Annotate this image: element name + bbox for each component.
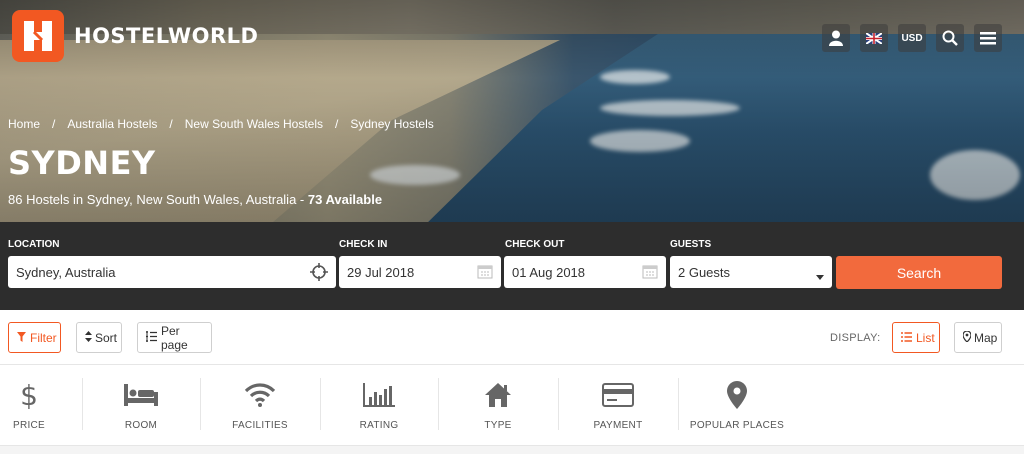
filter-categories: $ PRICE ROOM FACILITIES RATING TYPE PAYM… (0, 366, 1024, 446)
list-icon (901, 331, 912, 345)
category-price[interactable]: $ PRICE (0, 366, 58, 446)
credit-card-icon (602, 380, 634, 410)
uk-flag-icon[interactable] (860, 24, 888, 52)
location-label: LOCATION (8, 239, 60, 250)
hamburger-menu-icon[interactable] (974, 24, 1002, 52)
header-actions: USD (822, 24, 1002, 52)
calendar-icon (642, 263, 658, 282)
svg-text:$: $ (20, 380, 38, 410)
checkout-label: CHECK OUT (505, 239, 565, 250)
calendar-icon (477, 263, 493, 282)
search-button[interactable]: Search (836, 256, 1002, 289)
location-value: Sydney, Australia (16, 264, 116, 280)
house-icon (484, 380, 512, 410)
brand-name: HOSTELWORLD (74, 24, 259, 48)
sort-button[interactable]: Sort (76, 322, 122, 353)
breadcrumb-sydney[interactable]: Sydney Hostels (350, 117, 433, 131)
per-page-button[interactable]: Per page (137, 322, 212, 353)
checkin-value: 29 Jul 2018 (347, 264, 415, 280)
map-pin-icon (962, 329, 972, 345)
hostelworld-logo-icon (12, 10, 64, 62)
currency-selector[interactable]: USD (898, 24, 926, 52)
breadcrumb-australia[interactable]: Australia Hostels (67, 117, 157, 131)
checkout-value: 01 Aug 2018 (512, 264, 586, 280)
dollar-icon: $ (20, 380, 38, 410)
results-toolbar: Filter Sort Per page DISPLAY: List Map (0, 310, 1024, 365)
category-room[interactable]: ROOM (82, 366, 200, 446)
bar-chart-icon (363, 380, 395, 410)
category-popular-places[interactable]: POPULAR PLACES (678, 366, 796, 446)
category-type[interactable]: TYPE (438, 366, 558, 446)
crosshair-icon[interactable] (310, 263, 328, 284)
checkout-input[interactable]: 01 Aug 2018 (504, 256, 666, 288)
bed-icon (124, 380, 158, 410)
map-pin-icon (727, 380, 747, 410)
display-label: DISPLAY: (830, 332, 881, 344)
search-bar: LOCATION Sydney, Australia CHECK IN 29 J… (0, 222, 1024, 310)
hero-banner: HOSTELWORLD USD Home / Australia Hostels… (0, 0, 1024, 222)
location-input[interactable]: Sydney, Australia (8, 256, 336, 288)
filter-button[interactable]: Filter (8, 322, 61, 353)
guests-label: GUESTS (670, 239, 712, 250)
breadcrumb: Home / Australia Hostels / New South Wal… (8, 117, 434, 131)
map-view-button[interactable]: Map (954, 322, 1002, 353)
category-facilities[interactable]: FACILITIES (200, 366, 320, 446)
page-title: SYDNEY (8, 144, 156, 182)
list-ordered-icon (146, 330, 157, 345)
caret-down-icon (816, 268, 824, 283)
checkin-label: CHECK IN (339, 239, 388, 250)
filter-icon (17, 331, 26, 345)
brand-logo[interactable]: HOSTELWORLD (12, 10, 258, 62)
results-area-top (0, 446, 1024, 454)
wifi-icon (244, 380, 276, 410)
breadcrumb-home[interactable]: Home (8, 117, 40, 131)
page-subtitle: 86 Hostels in Sydney, New South Wales, A… (8, 192, 383, 207)
sort-icon (85, 330, 92, 345)
checkin-input[interactable]: 29 Jul 2018 (339, 256, 501, 288)
search-icon[interactable] (936, 24, 964, 52)
user-icon[interactable] (822, 24, 850, 52)
available-count: 73 Available (307, 192, 383, 207)
category-rating[interactable]: RATING (320, 366, 438, 446)
guests-select[interactable]: 2 Guests (670, 256, 832, 288)
breadcrumb-nsw[interactable]: New South Wales Hostels (185, 117, 323, 131)
category-payment[interactable]: PAYMENT (558, 366, 678, 446)
list-view-button[interactable]: List (892, 322, 940, 353)
guests-value: 2 Guests (678, 264, 731, 280)
